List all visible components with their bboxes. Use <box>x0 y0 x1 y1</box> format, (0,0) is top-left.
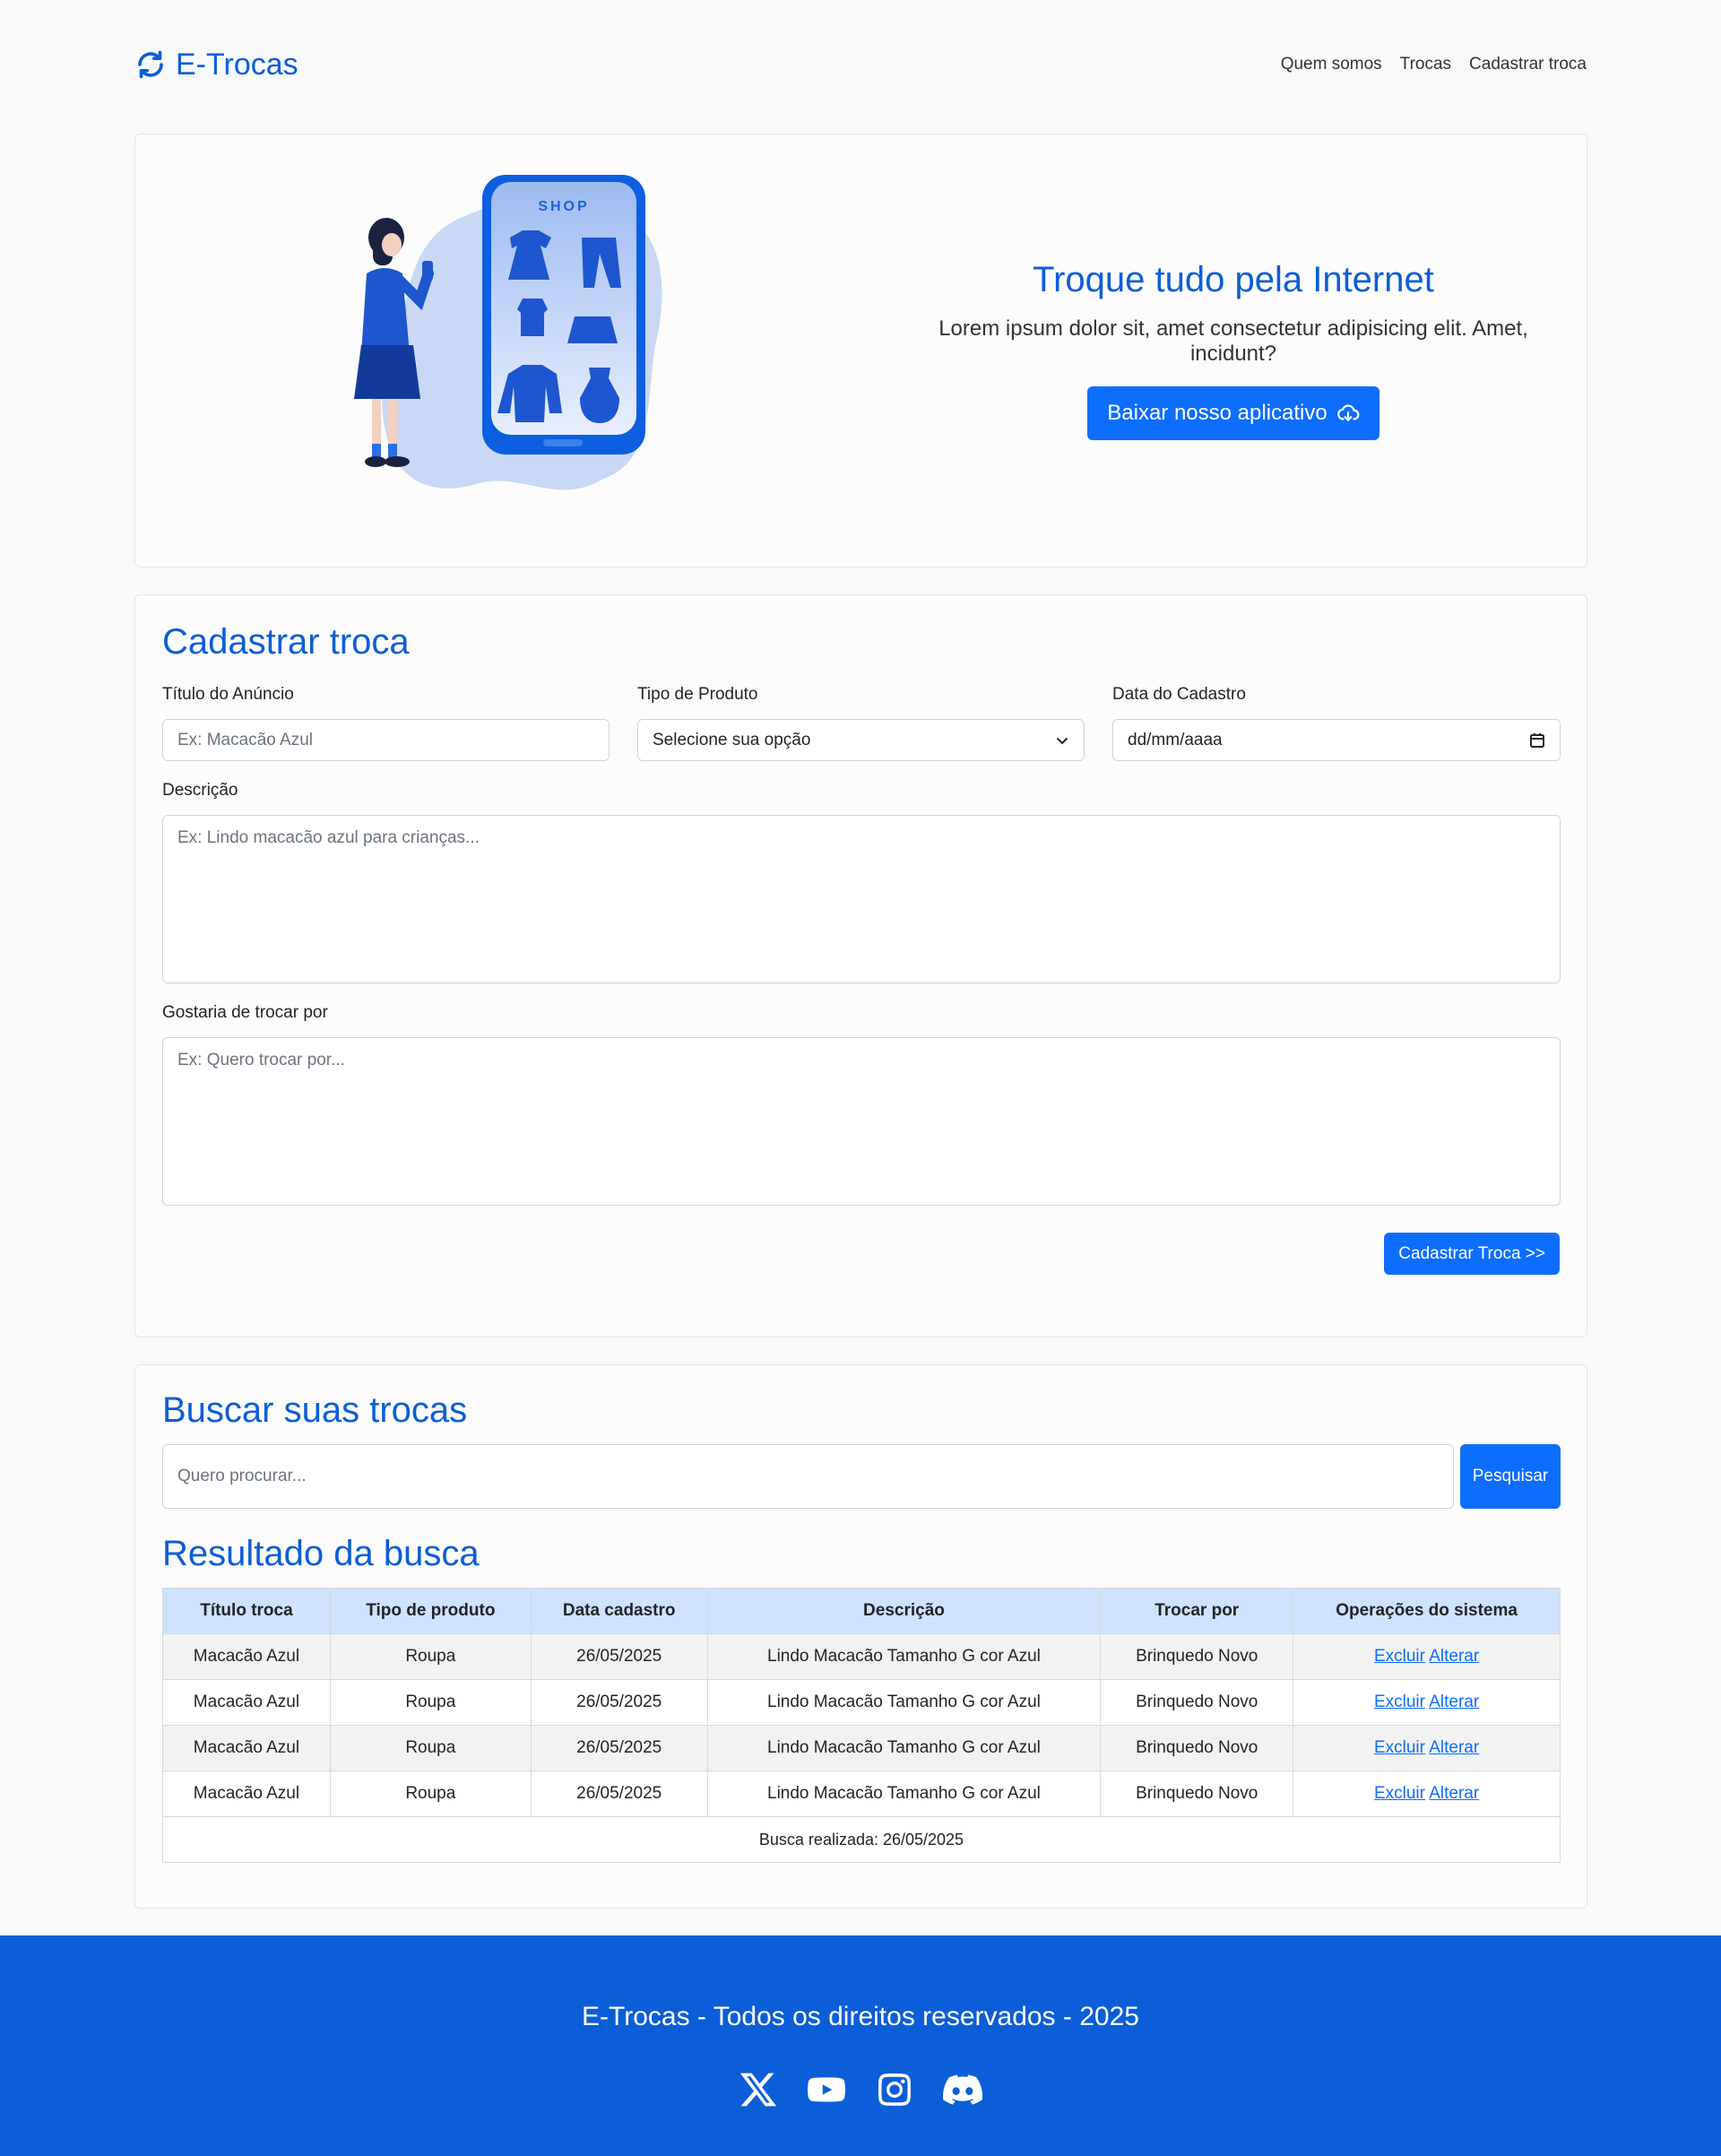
alterar-link[interactable]: Alterar <box>1429 1647 1479 1666</box>
shop-text: SHOP <box>538 199 589 214</box>
cell-operacoes: Excluir Alterar <box>1293 1771 1561 1817</box>
nav-trocas[interactable]: Trocas <box>1400 55 1451 74</box>
nav-cadastrar-troca[interactable]: Cadastrar troca <box>1469 55 1587 74</box>
footer-copyright: E-Trocas - Todos os direitos reservados … <box>582 2002 1139 2031</box>
data-input[interactable]: dd/mm/aaaa <box>1112 719 1561 761</box>
excluir-link[interactable]: Excluir <box>1374 1647 1425 1666</box>
trocar-textarea[interactable]: Ex: Quero trocar por... <box>162 1037 1561 1206</box>
hero-text: Troque tudo pela Internet Lorem ipsum do… <box>897 260 1570 440</box>
cell-titulo: Macacão Azul <box>162 1771 331 1817</box>
cell-descricao: Lindo Macacão Tamanho G cor Azul <box>706 1679 1102 1726</box>
search-card: Buscar suas trocas Quero procurar... Pes… <box>134 1364 1587 1909</box>
download-app-label: Baixar nosso aplicativo <box>1107 401 1328 425</box>
descricao-placeholder: Ex: Lindo macacão azul para crianças... <box>177 828 480 847</box>
titulo-placeholder: Ex: Macacão Azul <box>177 730 314 749</box>
cell-titulo: Macacão Azul <box>162 1725 331 1771</box>
search-title: Buscar suas trocas <box>162 1390 468 1430</box>
alterar-link[interactable]: Alterar <box>1429 1738 1479 1757</box>
discord-icon[interactable] <box>943 2070 982 2109</box>
cell-operacoes: Excluir Alterar <box>1293 1633 1561 1680</box>
nav-links: Quem somos Trocas Cadastrar troca <box>1281 55 1587 74</box>
cell-data: 26/05/2025 <box>530 1679 708 1726</box>
cell-titulo: Macacão Azul <box>162 1633 331 1680</box>
cell-tipo: Roupa <box>329 1633 532 1680</box>
cell-trocar: Brinquedo Novo <box>1100 1725 1294 1771</box>
results-table: Título troca Tipo de produto Data cadast… <box>162 1588 1561 1863</box>
cell-data: 26/05/2025 <box>530 1771 708 1817</box>
search-button[interactable]: Pesquisar <box>1460 1444 1561 1509</box>
col-trocar: Trocar por <box>1100 1588 1294 1634</box>
search-input[interactable]: Quero procurar... <box>162 1444 1454 1509</box>
cell-tipo: Roupa <box>329 1725 532 1771</box>
cell-operacoes: Excluir Alterar <box>1293 1679 1561 1726</box>
table-row: Macacão Azul Roupa 26/05/2025 Lindo Maca… <box>162 1633 1561 1680</box>
cell-tipo: Roupa <box>329 1771 532 1817</box>
cell-titulo: Macacão Azul <box>162 1679 331 1726</box>
chevron-down-icon <box>1057 737 1068 744</box>
download-app-button[interactable]: Baixar nosso aplicativo <box>1087 386 1379 440</box>
cell-trocar: Brinquedo Novo <box>1100 1771 1294 1817</box>
excluir-link[interactable]: Excluir <box>1374 1784 1425 1803</box>
cell-tipo: Roupa <box>329 1679 532 1726</box>
alterar-link[interactable]: Alterar <box>1429 1784 1479 1803</box>
col-data: Data cadastro <box>530 1588 708 1634</box>
tipo-select[interactable]: Selecione sua opção <box>637 719 1085 761</box>
youtube-icon[interactable] <box>807 2070 846 2109</box>
cell-data: 26/05/2025 <box>530 1633 708 1680</box>
cell-descricao: Lindo Macacão Tamanho G cor Azul <box>706 1725 1102 1771</box>
alterar-link[interactable]: Alterar <box>1429 1693 1479 1711</box>
titulo-label: Título do Anúncio <box>162 685 294 704</box>
descricao-label: Descrição <box>162 781 238 800</box>
hero-card: SHOP Troque tudo pela Internet Lorem ips… <box>134 134 1587 567</box>
trocar-placeholder: Ex: Quero trocar por... <box>177 1051 345 1069</box>
hero-subtitle: Lorem ipsum dolor sit, amet consectetur … <box>938 316 1528 366</box>
col-operacoes: Operações do sistema <box>1293 1588 1561 1634</box>
col-titulo: Título troca <box>162 1588 331 1634</box>
results-title: Resultado da busca <box>162 1534 480 1573</box>
register-form-card: Cadastrar troca Título do Anúncio Ex: Ma… <box>134 594 1587 1338</box>
cell-descricao: Lindo Macacão Tamanho G cor Azul <box>706 1633 1102 1680</box>
col-descricao: Descrição <box>706 1588 1102 1634</box>
excluir-link[interactable]: Excluir <box>1374 1693 1425 1711</box>
cell-descricao: Lindo Macacão Tamanho G cor Azul <box>706 1771 1102 1817</box>
x-icon[interactable] <box>739 2070 778 2109</box>
tipo-selected-value: Selecione sua opção <box>653 730 811 749</box>
hero-title: Troque tudo pela Internet <box>1033 260 1434 299</box>
descricao-textarea[interactable]: Ex: Lindo macacão azul para crianças... <box>162 815 1561 983</box>
cell-trocar: Brinquedo Novo <box>1100 1633 1294 1680</box>
shopping-illustration: SHOP <box>354 175 662 490</box>
social-links <box>0 2070 1721 2109</box>
cloud-download-icon <box>1336 404 1360 421</box>
table-row: Macacão Azul Roupa 26/05/2025 Lindo Maca… <box>162 1725 1561 1771</box>
excluir-link[interactable]: Excluir <box>1374 1738 1425 1757</box>
brand[interactable]: E-Trocas <box>134 48 298 82</box>
search-date-note: Busca realizada: 26/05/2025 <box>162 1816 1561 1863</box>
titulo-input[interactable]: Ex: Macacão Azul <box>162 719 610 761</box>
table-row: Macacão Azul Roupa 26/05/2025 Lindo Maca… <box>162 1679 1561 1726</box>
table-row: Macacão Azul Roupa 26/05/2025 Lindo Maca… <box>162 1771 1561 1817</box>
col-tipo: Tipo de produto <box>329 1588 532 1634</box>
tipo-label: Tipo de Produto <box>637 685 758 704</box>
instagram-icon[interactable] <box>875 2070 914 2109</box>
trocar-label: Gostaria de trocar por <box>162 1003 328 1022</box>
footer: E-Trocas - Todos os direitos reservados … <box>0 1935 1721 2156</box>
navbar: E-Trocas Quem somos Trocas Cadastrar tro… <box>134 43 1587 86</box>
table-footer-row: Busca realizada: 26/05/2025 <box>162 1816 1561 1863</box>
nav-quem-somos[interactable]: Quem somos <box>1281 55 1382 74</box>
table-header-row: Título troca Tipo de produto Data cadast… <box>162 1588 1561 1634</box>
cell-operacoes: Excluir Alterar <box>1293 1725 1561 1771</box>
register-submit-button[interactable]: Cadastrar Troca >> <box>1384 1233 1560 1275</box>
cell-trocar: Brinquedo Novo <box>1100 1679 1294 1726</box>
search-placeholder: Quero procurar... <box>177 1467 307 1485</box>
refresh-icon <box>138 50 163 79</box>
data-label: Data do Cadastro <box>1112 685 1246 704</box>
data-value: dd/mm/aaaa <box>1128 730 1223 749</box>
cell-data: 26/05/2025 <box>530 1725 708 1771</box>
register-title: Cadastrar troca <box>162 622 410 662</box>
calendar-icon[interactable] <box>1529 732 1545 749</box>
brand-name: E-Trocas <box>176 47 298 82</box>
